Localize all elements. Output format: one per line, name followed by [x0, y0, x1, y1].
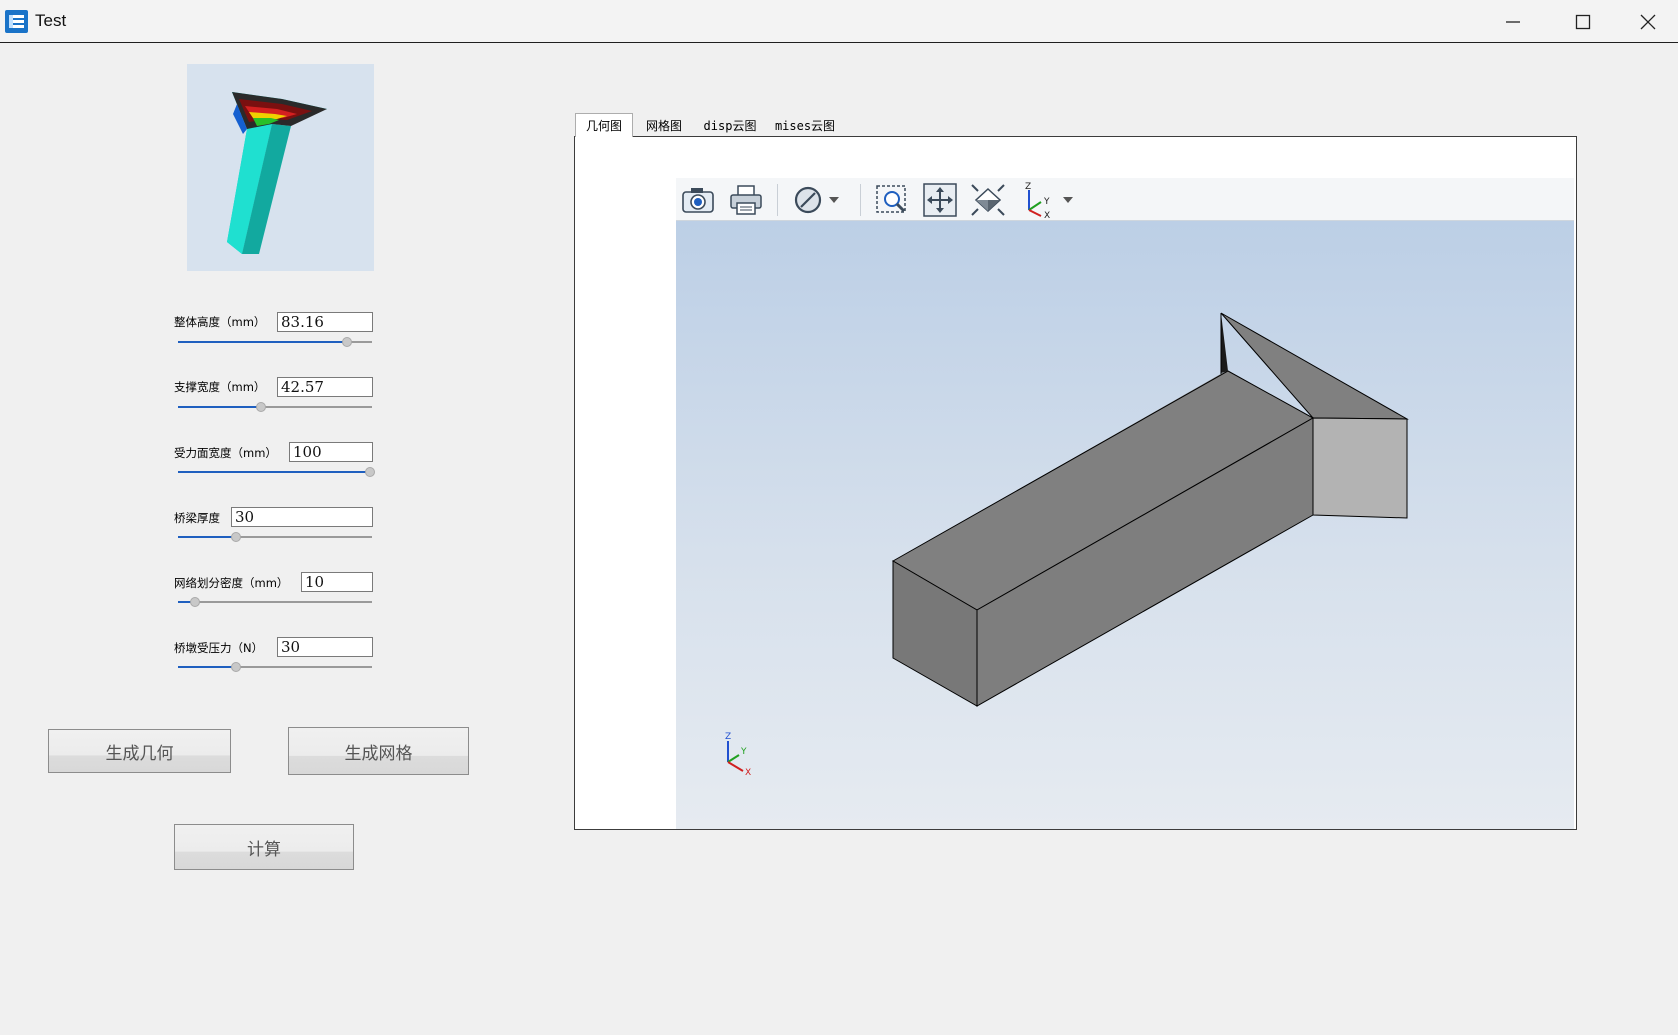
fit-all-icon[interactable]: [922, 182, 958, 218]
param-label-mesh-density: 网络划分密度（mm）: [174, 576, 289, 590]
svg-text:X: X: [1044, 211, 1050, 218]
bridge-thickness-input[interactable]: 30: [231, 507, 373, 527]
maximize-button[interactable]: [1548, 0, 1618, 43]
svg-text:Z: Z: [725, 732, 731, 742]
slider-fill: [178, 536, 237, 538]
tab-disp-contour[interactable]: disp云图: [700, 114, 760, 136]
param-label-load-face-width: 受力面宽度（mm）: [174, 446, 277, 460]
overall-height-slider[interactable]: [178, 336, 372, 348]
slider-fill: [178, 341, 347, 343]
3d-viewport[interactable]: Z Y X: [676, 221, 1574, 829]
param-label-support-width: 支撑宽度（mm）: [174, 380, 266, 394]
axes-dropdown-chevron-down-icon[interactable]: [1060, 182, 1076, 218]
close-button[interactable]: [1618, 0, 1678, 43]
slider-thumb[interactable]: [256, 402, 267, 412]
slider-fill: [178, 666, 237, 668]
result-preview-image: [187, 64, 374, 271]
bridge-thickness-slider[interactable]: [178, 531, 372, 543]
slider-thumb[interactable]: [231, 532, 242, 542]
param-label-pier-pressure: 桥墩受压力（N）: [174, 641, 264, 655]
pier-pressure-input[interactable]: 30: [277, 637, 373, 657]
slider-thumb[interactable]: [341, 337, 352, 347]
generate-geometry-button[interactable]: 生成几何: [48, 729, 231, 773]
svg-text:X: X: [745, 768, 751, 778]
overall-height-input[interactable]: 83.16: [277, 312, 373, 332]
param-label-overall-height: 整体高度（mm）: [174, 315, 266, 329]
geometry-model: [891, 312, 1409, 707]
svg-text:Y: Y: [740, 747, 747, 757]
view-iso-icon[interactable]: [970, 182, 1006, 218]
slider-fill: [178, 406, 262, 408]
window-title: Test: [35, 11, 67, 30]
tab-geometry[interactable]: 几何图: [575, 113, 633, 137]
slider-thumb[interactable]: [231, 662, 242, 672]
svg-text:Z: Z: [1025, 182, 1031, 192]
mesh-density-slider[interactable]: [178, 596, 372, 608]
print-icon[interactable]: [728, 182, 764, 218]
minimize-icon: [1506, 20, 1520, 23]
param-label-bridge-thickness: 桥梁厚度: [174, 511, 220, 525]
tab-mesh[interactable]: 网格图: [636, 114, 692, 136]
clip-dropdown-chevron-down-icon[interactable]: [826, 182, 842, 218]
clip-plane-icon[interactable]: [790, 182, 826, 218]
generate-mesh-button[interactable]: 生成网格: [288, 727, 469, 775]
zoom-box-icon[interactable]: [874, 182, 910, 218]
maximize-icon: [1575, 14, 1591, 29]
slider-thumb[interactable]: [365, 467, 376, 477]
orientation-triad: Z Y X: [725, 732, 751, 778]
title-bar: Test: [0, 0, 1678, 43]
axes-icon[interactable]: Z Y X: [1018, 182, 1054, 218]
support-width-slider[interactable]: [178, 401, 372, 413]
app-icon: [5, 10, 28, 33]
minimize-button[interactable]: [1478, 0, 1548, 43]
compute-button[interactable]: 计算: [174, 824, 354, 870]
camera-icon[interactable]: [680, 182, 716, 218]
svg-text:Y: Y: [1043, 197, 1050, 207]
tab-mises-contour[interactable]: mises云图: [772, 114, 838, 136]
mesh-density-input[interactable]: 10: [301, 572, 373, 592]
load-face-width-input[interactable]: 100: [289, 442, 373, 462]
support-width-input[interactable]: 42.57: [277, 377, 373, 397]
slider-thumb[interactable]: [190, 597, 201, 607]
pier-pressure-slider[interactable]: [178, 661, 372, 673]
slider-fill: [178, 471, 371, 473]
close-icon: [1640, 14, 1656, 29]
load-face-width-slider[interactable]: [178, 466, 376, 478]
